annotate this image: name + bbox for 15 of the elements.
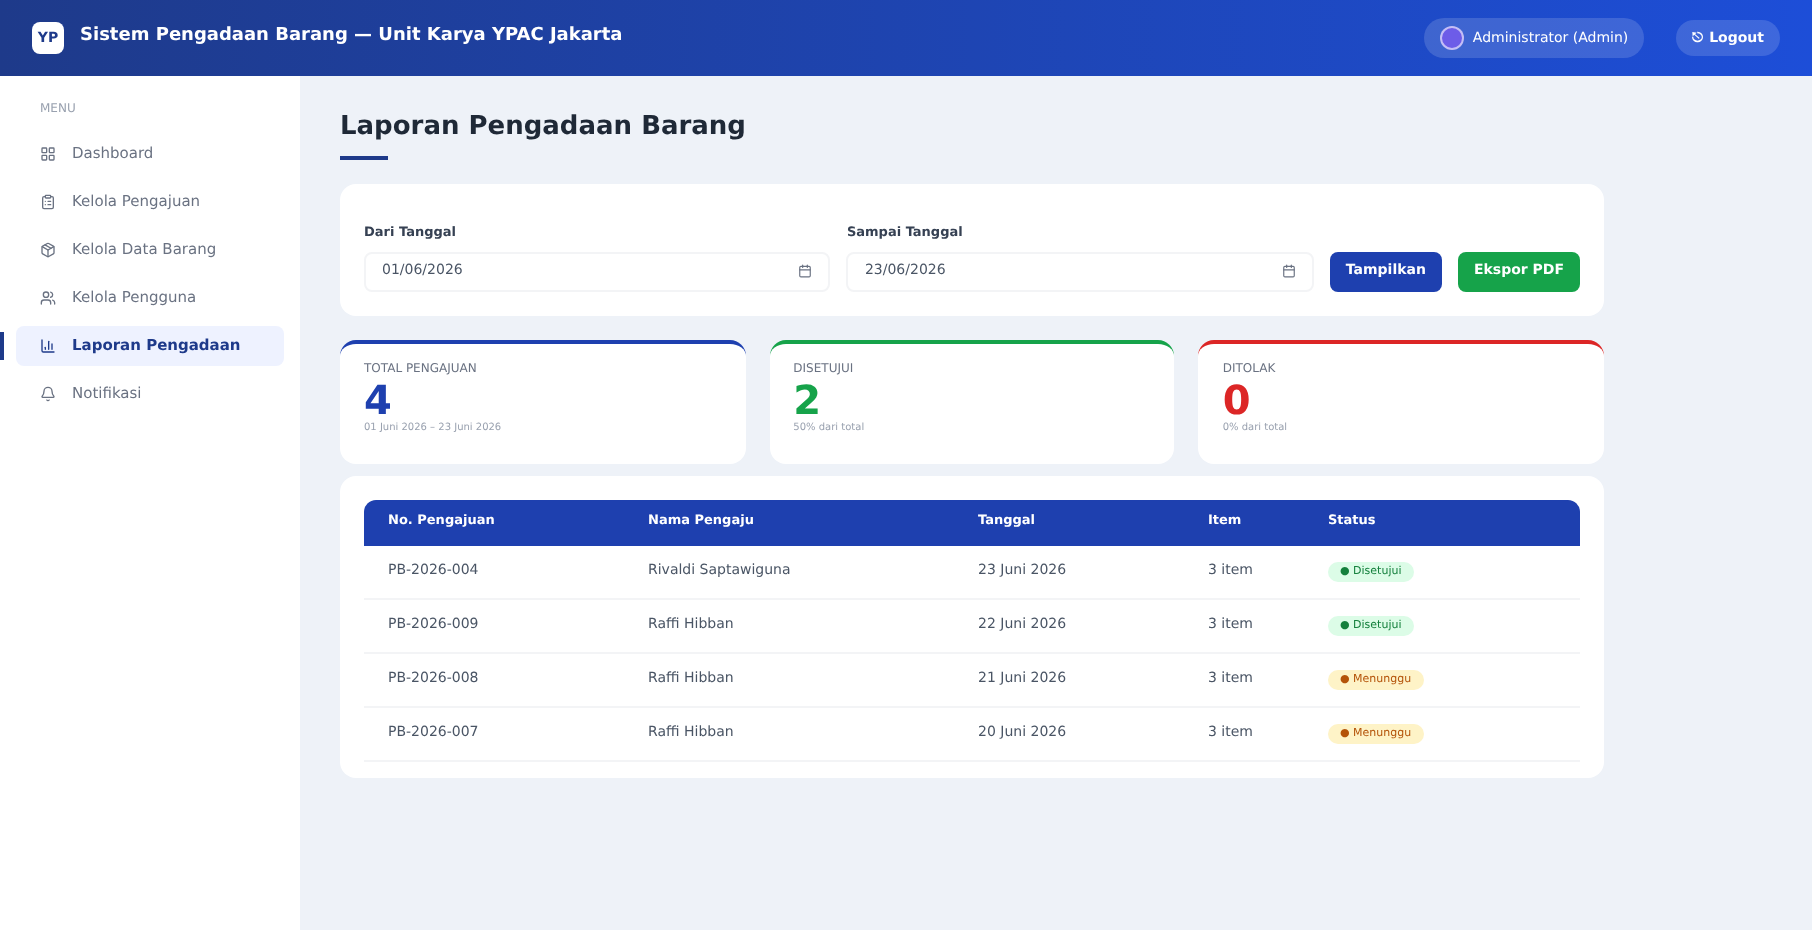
stat-value: 2 (793, 377, 822, 421)
grid-icon (40, 146, 56, 162)
bar-chart-icon (40, 338, 56, 354)
bell-icon (40, 386, 56, 402)
clipboard-icon (40, 194, 56, 210)
active-indicator (0, 332, 4, 360)
app-title: Sistem Pengadaan Barang — Unit Karya YPAC Jakarta (80, 24, 623, 51)
avatar-icon (1440, 26, 1465, 50)
calendar-icon (798, 264, 813, 278)
users-icon (40, 290, 56, 306)
page-title: Laporan Pengadaan Barang (340, 110, 748, 146)
box-icon (40, 242, 56, 258)
stat-value: 4 (364, 377, 392, 421)
calendar-icon (1281, 264, 1296, 278)
stat-value: 0 (1222, 377, 1251, 421)
